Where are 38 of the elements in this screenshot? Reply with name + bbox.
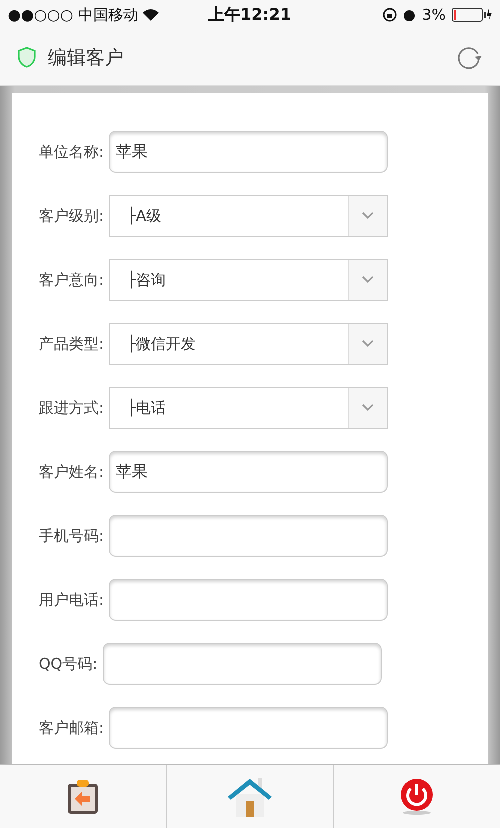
chevron-down-icon bbox=[362, 276, 374, 284]
clipboard-icon bbox=[66, 778, 100, 814]
rotation-lock-icon bbox=[383, 8, 398, 22]
select-field[interactable]: ├咨询 bbox=[109, 259, 388, 301]
alarm-icon bbox=[403, 8, 416, 22]
input-field[interactable] bbox=[102, 643, 382, 685]
shield-icon bbox=[18, 47, 36, 68]
battery-percent: 3% bbox=[422, 6, 446, 24]
chevron-down-icon bbox=[362, 404, 374, 412]
chevron-down-icon bbox=[362, 212, 374, 220]
field-label: 手机号码: bbox=[39, 526, 104, 546]
field-label: 客户姓名: bbox=[39, 462, 104, 482]
field-label: QQ号码: bbox=[39, 654, 98, 674]
field-label: 单位名称: bbox=[39, 142, 104, 162]
select-field[interactable]: ├微信开发 bbox=[109, 323, 388, 365]
field-label: 客户级别: bbox=[39, 206, 104, 226]
input-field[interactable] bbox=[109, 707, 388, 749]
input-field[interactable] bbox=[109, 515, 388, 557]
battery-icon bbox=[452, 8, 492, 22]
field-label: 客户意向: bbox=[39, 270, 104, 290]
field-label: 产品类型: bbox=[39, 334, 104, 354]
page-title: 编辑客户 bbox=[48, 46, 125, 70]
field-label: 跟进方式: bbox=[39, 398, 104, 418]
chevron-down-icon bbox=[362, 340, 374, 348]
home-icon bbox=[227, 776, 273, 818]
select-field[interactable]: ├A级 bbox=[109, 195, 388, 237]
clock-time: 上午12:21 bbox=[208, 4, 292, 26]
field-label: 用户电话: bbox=[39, 590, 104, 610]
carrier-name: 中国移动 bbox=[78, 6, 138, 24]
input-field[interactable] bbox=[109, 579, 388, 621]
power-icon bbox=[399, 778, 435, 816]
select-field[interactable]: ├电话 bbox=[109, 387, 388, 429]
signal-strength: ●●○○○ bbox=[8, 6, 74, 24]
wifi-icon bbox=[143, 9, 160, 21]
input-field[interactable]: 苹果 bbox=[109, 451, 388, 493]
refresh-icon[interactable] bbox=[456, 44, 482, 70]
field-label: 客户邮箱: bbox=[39, 718, 104, 738]
input-field[interactable]: 苹果 bbox=[109, 131, 388, 173]
